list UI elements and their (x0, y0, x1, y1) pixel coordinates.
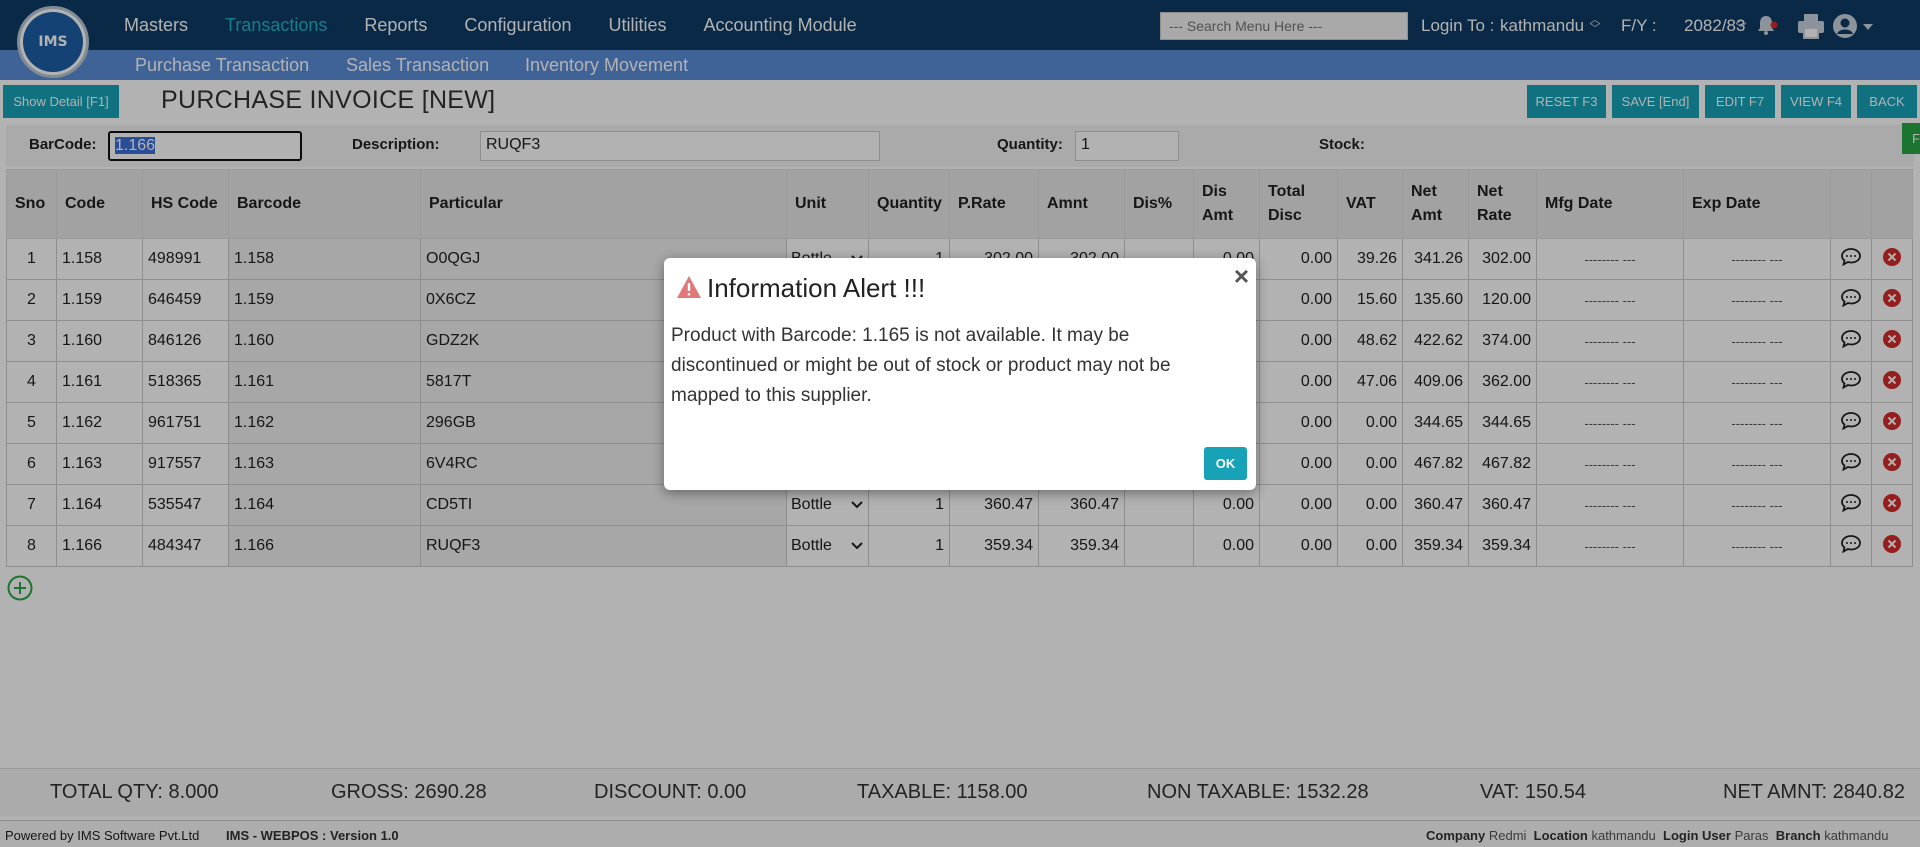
modal-ok-button[interactable]: OK (1204, 447, 1247, 480)
warning-icon (677, 276, 701, 298)
modal-message: Product with Barcode: 1.165 is not avail… (671, 325, 1171, 406)
information-alert-modal: × Information Alert !!! Product with Bar… (664, 258, 1256, 490)
modal-close-button[interactable]: × (1234, 263, 1249, 289)
modal-title: Information Alert !!! (707, 273, 926, 303)
